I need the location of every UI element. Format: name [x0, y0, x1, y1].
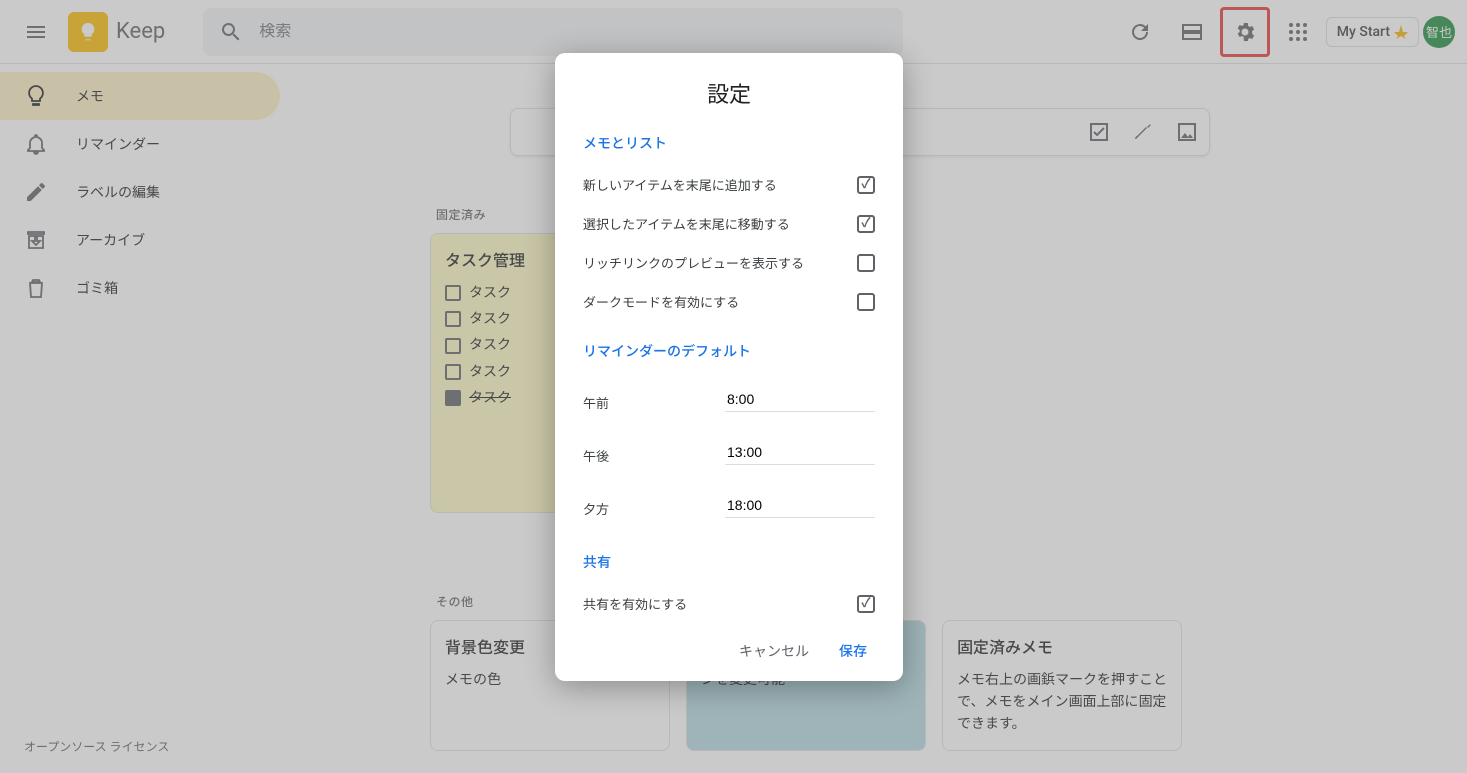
option-add-bottom: 新しいアイテムを末尾に追加する	[583, 165, 875, 204]
time-label: 午後	[583, 446, 609, 465]
time-row-morning: 午前	[583, 373, 875, 426]
option-label: リッチリンクのプレビューを表示する	[583, 253, 804, 272]
cancel-button[interactable]: キャンセル	[739, 641, 809, 661]
checkbox[interactable]	[857, 595, 875, 613]
option-dark-mode: ダークモードを有効にする	[583, 282, 875, 321]
dialog-actions: キャンセル 保存	[555, 623, 903, 665]
time-label: 午前	[583, 393, 609, 412]
time-row-afternoon: 午後	[583, 426, 875, 479]
checkbox[interactable]	[857, 215, 875, 233]
dialog-title: 設定	[555, 77, 903, 109]
time-input-evening[interactable]	[725, 493, 875, 518]
time-row-evening: 夕方	[583, 479, 875, 532]
section-notes-head: メモとリスト	[583, 133, 875, 153]
checkbox[interactable]	[857, 176, 875, 194]
checkbox[interactable]	[857, 293, 875, 311]
option-rich-links: リッチリンクのプレビューを表示する	[583, 243, 875, 282]
time-label: 夕方	[583, 499, 609, 518]
option-sharing-on: 共有を有効にする	[583, 584, 875, 623]
option-label: 新しいアイテムを末尾に追加する	[583, 175, 777, 194]
option-label: ダークモードを有効にする	[583, 292, 739, 311]
option-label: 選択したアイテムを末尾に移動する	[583, 214, 790, 233]
section-sharing-head: 共有	[583, 552, 875, 572]
settings-dialog: 設定 メモとリスト 新しいアイテムを末尾に追加する 選択したアイテムを末尾に移動…	[555, 53, 903, 681]
checkbox[interactable]	[857, 254, 875, 272]
section-reminders-head: リマインダーのデフォルト	[583, 341, 875, 361]
save-button[interactable]: 保存	[839, 641, 867, 661]
option-label: 共有を有効にする	[583, 594, 687, 613]
dialog-body: メモとリスト 新しいアイテムを末尾に追加する 選択したアイテムを末尾に移動する …	[555, 133, 903, 623]
option-move-bottom: 選択したアイテムを末尾に移動する	[583, 204, 875, 243]
time-input-morning[interactable]	[725, 387, 875, 412]
time-input-afternoon[interactable]	[725, 440, 875, 465]
